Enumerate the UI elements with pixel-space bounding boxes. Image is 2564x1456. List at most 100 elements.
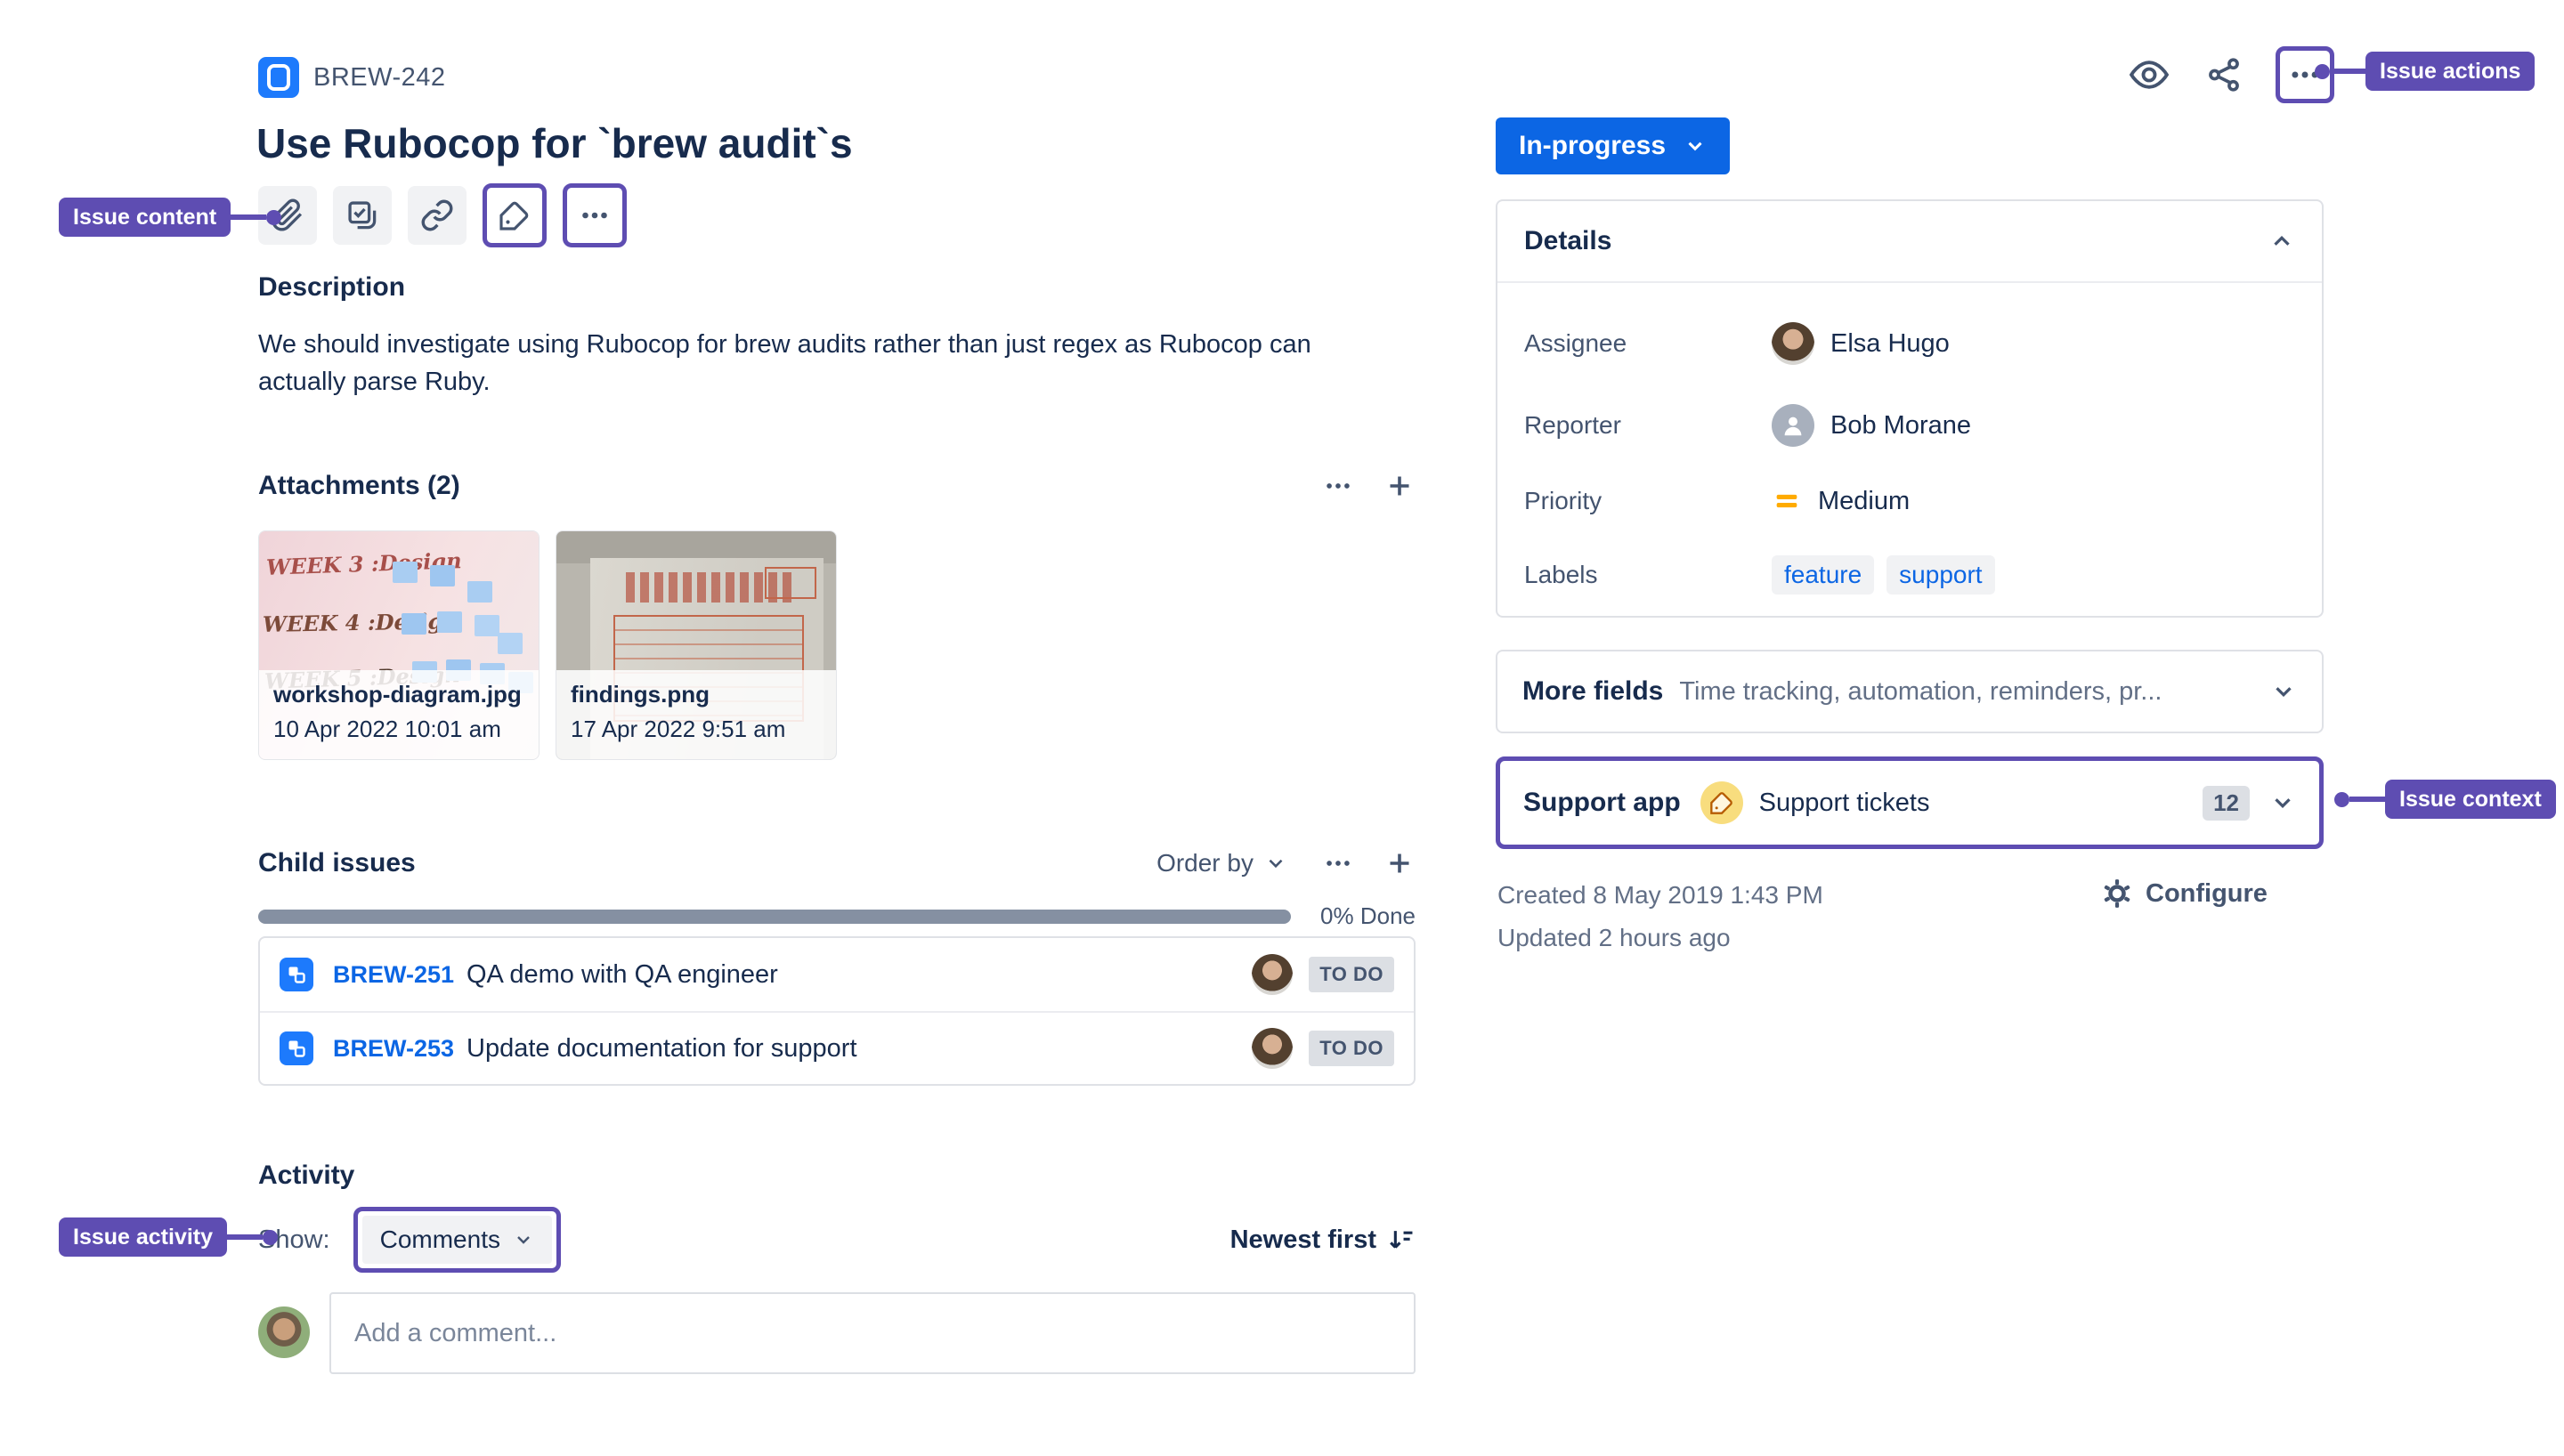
- description-body[interactable]: We should investigate using Rubocop for …: [258, 326, 1398, 400]
- labels-label: Labels: [1524, 561, 1598, 588]
- sort-descending-icon: [1390, 1231, 1413, 1249]
- watch-icon[interactable]: [2126, 52, 2172, 98]
- more-content-button[interactable]: [563, 183, 627, 247]
- child-issue-row[interactable]: BREW-251 QA demo with QA engineer TO DO: [260, 938, 1414, 1011]
- sticky-notes: [393, 562, 418, 583]
- comments-filter-button[interactable]: Comments: [361, 1216, 552, 1264]
- label-chip[interactable]: feature: [1772, 555, 1875, 595]
- attachment-date: 10 Apr 2022 10:01 am: [273, 716, 501, 742]
- more-fields-panel[interactable]: More fields Time tracking, automation, r…: [1496, 650, 2324, 733]
- support-app-label: Support app: [1523, 788, 1681, 817]
- configure-label: Configure: [2146, 878, 2268, 908]
- reporter-avatar: [1772, 404, 1814, 447]
- issue-key[interactable]: BREW-242: [313, 63, 446, 93]
- assignee-field: Assignee Elsa Hugo: [1497, 322, 2322, 365]
- person-icon: [1784, 417, 1802, 436]
- attachment-thumbnail[interactable]: WEEK 3 :Design WEEK 4 :Design WEEK 5 :De…: [258, 530, 540, 760]
- annotation-dot: [2334, 791, 2349, 807]
- annotation-dot: [263, 1229, 279, 1245]
- add-comment-input[interactable]: [329, 1292, 1416, 1374]
- priority-value[interactable]: Medium: [1772, 486, 1910, 516]
- child-issue-row[interactable]: BREW-253 Update documentation for suppor…: [260, 1011, 1414, 1084]
- reporter-label: Reporter: [1524, 411, 1621, 439]
- attachment-caption: workshop-diagram.jpg 10 Apr 2022 10:01 a…: [259, 670, 539, 759]
- annotation-issue-context: Issue context: [2334, 780, 2556, 819]
- annotation-label: Issue actions: [2365, 52, 2536, 91]
- details-panel-header[interactable]: Details: [1497, 201, 2322, 281]
- reporter-value[interactable]: Bob Morane: [1772, 404, 1971, 447]
- order-by-button[interactable]: Order by: [1156, 849, 1287, 878]
- annotation-dot: [2315, 63, 2330, 79]
- label-chip[interactable]: support: [1886, 555, 1995, 595]
- issue-actions-bar: [2126, 46, 2334, 103]
- child-issues-heading: Child issues: [258, 848, 416, 878]
- attachment-thumbnail[interactable]: findings.png 17 Apr 2022 9:51 am: [556, 530, 837, 760]
- more-fields-summary: Time tracking, automation, reminders, pr…: [1679, 676, 2162, 706]
- add-comment-row: [258, 1292, 1416, 1374]
- attachment-filename: findings.png: [571, 681, 710, 708]
- add-child-issue-button[interactable]: [333, 186, 392, 245]
- gear-icon: [2104, 879, 2130, 908]
- progress-label: 0% Done: [1320, 902, 1416, 929]
- support-app-name: Support tickets: [1758, 788, 1930, 817]
- sort-order-label: Newest first: [1229, 1225, 1376, 1254]
- attachment-filename: workshop-diagram.jpg: [273, 681, 522, 708]
- sort-order-button[interactable]: Newest first: [1230, 1225, 1416, 1255]
- priority-label: Priority: [1524, 487, 1602, 514]
- link-issue-button[interactable]: [408, 186, 467, 245]
- assignee-avatar: [1772, 322, 1814, 365]
- chevron-down-icon: [517, 1236, 530, 1244]
- attachments-heading: Attachments (2): [258, 471, 460, 500]
- chevron-down-icon: [1688, 142, 1702, 151]
- status-dropdown-button[interactable]: In-progress: [1496, 117, 1731, 174]
- priority-field: Priority Medium: [1497, 486, 2322, 516]
- annotation-label: Issue context: [2385, 780, 2556, 819]
- breadcrumb: BREW-242: [258, 57, 446, 98]
- child-issues-more-icon[interactable]: [1323, 848, 1353, 878]
- attachments-add-icon[interactable]: [1383, 470, 1416, 502]
- support-tag-icon: [1700, 781, 1743, 824]
- attachment-caption: findings.png 17 Apr 2022 9:51 am: [556, 670, 836, 759]
- whiteboard-text: WEEK 4 :Design: [262, 608, 458, 637]
- annotation-line: [2349, 797, 2385, 802]
- child-issue-key[interactable]: BREW-251: [333, 961, 454, 989]
- child-issue-key[interactable]: BREW-253: [333, 1035, 454, 1063]
- current-user-avatar[interactable]: [258, 1306, 310, 1358]
- issue-title[interactable]: Use Rubocop for `brew audit`s: [256, 119, 853, 167]
- assignee-value[interactable]: Elsa Hugo: [1772, 322, 1950, 365]
- activity-filter-highlight: Comments: [353, 1207, 561, 1273]
- share-icon[interactable]: [2201, 52, 2247, 98]
- apps-tag-button[interactable]: [483, 183, 547, 247]
- child-issue-summary[interactable]: QA demo with QA engineer: [467, 960, 1252, 990]
- chevron-down-icon: [2275, 798, 2291, 809]
- status-badge[interactable]: TO DO: [1309, 1031, 1394, 1066]
- description-heading: Description: [258, 272, 406, 302]
- assignee-avatar[interactable]: [1252, 954, 1294, 995]
- chevron-down-icon: [2276, 687, 2292, 698]
- order-by-label: Order by: [1156, 849, 1254, 877]
- assignee-label: Assignee: [1524, 329, 1627, 357]
- details-heading: Details: [1524, 226, 1612, 255]
- issue-meta: Created 8 May 2019 1:43 PM Updated 2 hou…: [1497, 874, 1823, 959]
- configure-button[interactable]: Configure: [2101, 878, 2268, 910]
- issue-content-toolbar: [258, 183, 627, 247]
- annotation-line: [231, 214, 267, 220]
- status-badge[interactable]: TO DO: [1309, 957, 1394, 992]
- description-section: Description We should investigate using …: [258, 272, 1398, 400]
- attachments-more-icon[interactable]: [1323, 471, 1353, 501]
- labels-field: Labels feature support: [1497, 555, 2322, 595]
- issue-type-icon[interactable]: [258, 57, 299, 98]
- support-app-panel[interactable]: Support app Support tickets 12: [1496, 756, 2324, 849]
- assignee-avatar[interactable]: [1252, 1028, 1294, 1069]
- invoice-seal-art: [765, 567, 816, 599]
- child-issue-summary[interactable]: Update documentation for support: [467, 1034, 1252, 1064]
- annotation-label: Issue content: [59, 198, 231, 237]
- subtask-icon: [280, 1031, 313, 1065]
- annotation-line: [227, 1234, 264, 1240]
- status-label: In-progress: [1519, 131, 1667, 160]
- comments-filter-label: Comments: [379, 1225, 500, 1253]
- assignee-name: Elsa Hugo: [1830, 328, 1950, 358]
- details-panel: Details Assignee Elsa Hugo Reporter Bob …: [1496, 199, 2324, 618]
- child-issues-add-icon[interactable]: [1383, 847, 1416, 879]
- child-issues-header: Child issues Order by: [258, 847, 1416, 879]
